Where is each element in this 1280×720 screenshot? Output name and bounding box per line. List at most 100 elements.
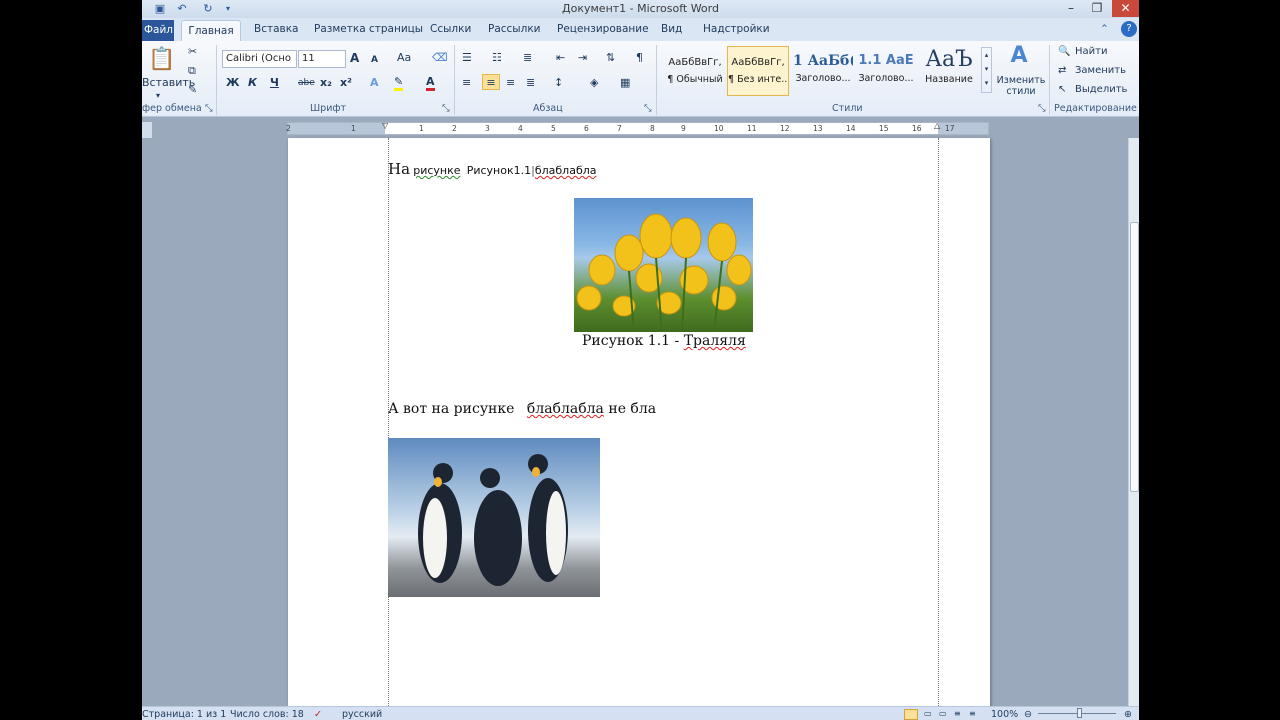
format-painter-icon[interactable]: ✎ [188,82,197,98]
shading-icon[interactable]: ◈ [590,75,598,91]
zoom-level[interactable]: 100% [991,709,1018,720]
tab-addins[interactable]: Надстройки [703,23,770,35]
language[interactable]: русский [342,709,382,720]
full-screen-icon[interactable]: ▭ [924,709,932,718]
styles-scroll-icon[interactable]: ▴ ▾ ▾ [981,47,992,93]
multilevel-list-icon[interactable]: ≣ [523,50,532,66]
tulips-image[interactable] [574,198,753,332]
align-right-icon[interactable]: ≡ [506,75,515,91]
style-heading-1[interactable]: 1 АаБб( Заголово... [792,46,854,96]
web-layout-icon[interactable]: ▭ [939,709,947,718]
style-title[interactable]: АаЪ Название [918,46,980,96]
right-indent-marker-icon[interactable]: △ [934,120,940,131]
ruler-tick: 16 [912,124,922,133]
page-count[interactable]: Страница: 1 из 1 [142,709,226,720]
select-icon[interactable]: ↖ [1058,82,1066,98]
find-button[interactable]: Найти [1075,44,1107,60]
line-spacing-icon[interactable]: ↕ [554,75,563,91]
highlight-icon[interactable]: ✎ [394,75,404,91]
tab-file[interactable]: Файл [142,20,174,41]
bullets-icon[interactable]: ☰ [462,50,472,66]
zoom-slider-thumb[interactable] [1077,708,1082,718]
ruler-tick: 2 [286,124,291,133]
tab-references[interactable]: Ссылки [430,23,471,35]
paste-dropdown-icon[interactable]: ▾ [156,91,160,101]
indent-marker-icon[interactable]: ▽ [382,120,388,131]
bold-button[interactable]: Ж [226,75,239,91]
style-no-spacing[interactable]: АаБбВвГг, ¶ Без инте... [727,46,789,96]
tab-mailings[interactable]: Рассылки [488,23,540,35]
font-name-combo[interactable]: Calibri (Осно [222,50,297,68]
italic-button[interactable]: К [248,75,257,91]
document-page[interactable]: На рисунке Рисунок1.1|блаблабла Рисунок … [288,138,990,718]
style-name: ¶ Обычный [667,74,723,85]
strikethrough-button[interactable]: abe [298,75,315,91]
clear-format-icon[interactable]: ⌫ [432,50,448,66]
decrease-indent-icon[interactable]: ⇤ [556,50,565,66]
tab-insert[interactable]: Вставка [254,23,299,35]
ruler-tick: 3 [485,124,490,133]
select-button[interactable]: Выделить [1075,82,1127,98]
change-styles-icon[interactable]: A [1002,43,1036,69]
numbering-icon[interactable]: ☷ [492,50,502,66]
grow-font-icon[interactable]: A [350,50,359,66]
style-preview: 1.1 АаЕ [858,53,914,68]
outline-icon[interactable]: ≡ [954,709,961,718]
tab-review[interactable]: Рецензирование [557,23,649,35]
scrollbar-thumb[interactable] [1130,222,1139,492]
help-icon[interactable]: ? [1121,21,1137,37]
caption-text: Рисунок 1.1 - [582,333,684,349]
tab-page-layout[interactable]: Разметка страницы [314,23,423,35]
status-bar: Страница: 1 из 1 Число слов: 18 ✓ русски… [142,706,1139,720]
sort-icon[interactable]: ⇅ [606,50,615,66]
ruler-tick: 15 [879,124,889,133]
close-icon[interactable]: ✕ [1112,0,1139,17]
text-effects-icon[interactable]: A [370,75,379,91]
underline-button[interactable]: Ч [270,75,279,91]
find-icon[interactable]: 🔍 [1058,44,1070,60]
font-size-combo[interactable]: 11 [298,50,346,68]
text-run: Рисунок1.1 [466,164,532,177]
clipboard-launcher-icon[interactable]: ⤡ [205,103,213,114]
replace-icon[interactable]: ⇄ [1058,63,1066,79]
text-run: На [388,160,411,178]
word-count[interactable]: Число слов: 18 [230,709,304,720]
align-center-icon[interactable]: ≡ [482,74,500,90]
show-marks-icon[interactable]: ¶ [636,50,643,66]
superscript-button[interactable]: x² [340,75,352,91]
font-launcher-icon[interactable]: ⤡ [442,103,450,114]
right-margin-guide [938,138,939,718]
paragraph-launcher-icon[interactable]: ⤡ [644,103,652,114]
styles-launcher-icon[interactable]: ⤡ [1038,103,1046,114]
paste-icon[interactable]: 📋 [148,45,175,75]
zoom-out-icon[interactable]: ⊖ [1024,709,1032,720]
copy-icon[interactable]: ⧉ [188,63,196,79]
font-color-icon[interactable]: A [426,75,435,91]
change-styles-button[interactable]: Изменить стили [996,75,1046,99]
horizontal-ruler[interactable]: 2 1 1 2 3 4 5 6 7 8 9 10 11 12 13 14 15 … [286,120,989,135]
proofing-icon[interactable]: ✓ [314,709,322,720]
tab-view[interactable]: Вид [661,23,682,35]
increase-indent-icon[interactable]: ⇥ [578,50,587,66]
minimize-ribbon-icon[interactable]: ⌃ [1100,23,1109,35]
draft-icon[interactable]: ≡ [969,709,976,718]
justify-icon[interactable]: ≣ [526,75,535,91]
borders-icon[interactable]: ▦ [620,75,630,91]
style-normal[interactable]: АаБбВвГг, ¶ Обычный [664,46,726,96]
style-heading-2[interactable]: 1.1 АаЕ Заголово... [855,46,917,96]
penguins-image[interactable] [388,438,600,597]
minimize-icon[interactable]: – [1058,0,1084,17]
subscript-button[interactable]: x₂ [320,75,332,91]
cut-icon[interactable]: ✂ [188,44,197,60]
paste-button[interactable]: Вставить [142,75,195,91]
tab-home[interactable]: Главная [181,20,241,42]
shrink-font-icon[interactable]: A [371,52,378,68]
restore-icon[interactable]: ❐ [1084,0,1110,17]
print-layout-icon[interactable] [904,709,918,720]
align-left-icon[interactable]: ≡ [462,75,471,91]
zoom-in-icon[interactable]: ⊕ [1124,709,1132,720]
change-case-icon[interactable]: Aa [397,50,411,66]
ruler-tick: 10 [714,124,724,133]
replace-button[interactable]: Заменить [1075,63,1126,79]
vertical-scrollbar[interactable] [1128,138,1139,706]
